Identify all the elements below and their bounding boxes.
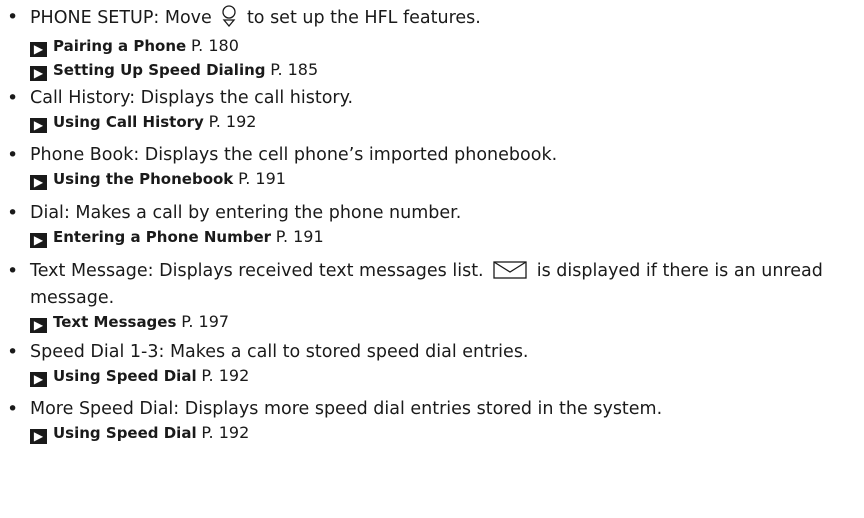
term: Dial: [30, 203, 64, 223]
cross-reference[interactable]: ▶ Entering a Phone Number P. 191: [30, 225, 461, 249]
cross-reference-arrow-icon: ▶: [30, 175, 47, 190]
description: : Makes a call by entering the phone num…: [63, 203, 462, 223]
term: Phone Book: [30, 145, 134, 165]
reference-page: P. 185: [270, 60, 319, 79]
bullet: •: [7, 341, 19, 363]
reference-title: Text Messages: [53, 313, 177, 331]
list-item-text-message: • Text Message: Displays received text m…: [0, 259, 860, 334]
description: : Move: [153, 8, 218, 28]
reference-title: Using Call History: [53, 113, 204, 131]
reference-page: P. 180: [191, 36, 239, 55]
description: : Displays received text messages list.: [147, 261, 490, 281]
description-continued: to set up the HFL features.: [241, 8, 481, 28]
term: Speed Dial 1-3: [30, 342, 159, 362]
reference-title: Using Speed Dial: [53, 367, 197, 385]
term: Text Message: [30, 261, 148, 281]
description: : Displays the call history.: [129, 88, 354, 108]
bullet: •: [7, 260, 19, 282]
cross-reference-arrow-icon: ▶: [30, 372, 47, 387]
reference-page: P. 191: [275, 227, 324, 246]
cross-reference[interactable]: ▶ Using Speed Dial P. 192: [30, 421, 662, 445]
bullet: •: [7, 144, 19, 166]
cross-reference-arrow-icon: ▶: [30, 429, 47, 444]
description: : Displays more speed dial entries store…: [173, 399, 663, 419]
cross-reference[interactable]: ▶ Using Speed Dial P. 192: [30, 364, 529, 388]
bullet: •: [7, 398, 19, 420]
list-item-phone-setup: • PHONE SETUP: Move to set up the HFL fe…: [0, 5, 481, 82]
term: More Speed Dial: [30, 399, 174, 419]
description: : Displays the cell phone’s imported pho…: [133, 145, 558, 165]
reference-page: P. 192: [201, 423, 250, 442]
reference-page: P. 192: [208, 112, 257, 131]
reference-page: P. 197: [181, 312, 230, 331]
reference-title: Setting Up Speed Dialing: [53, 61, 266, 79]
envelope-icon: [493, 261, 527, 286]
cross-reference-arrow-icon: ▶: [30, 118, 47, 133]
reference-title: Pairing a Phone: [53, 37, 187, 55]
bullet: •: [7, 202, 19, 224]
manual-page: • PHONE SETUP: Move to set up the HFL fe…: [0, 0, 864, 518]
bullet: •: [7, 87, 19, 109]
reference-page: P. 192: [201, 366, 250, 385]
description: : Makes a call to stored speed dial entr…: [158, 342, 529, 362]
reference-title: Using the Phonebook: [53, 170, 234, 188]
term: Call History: [30, 88, 130, 108]
term: PHONE SETUP: [30, 8, 154, 28]
cross-reference[interactable]: ▶ Using Call History P. 192: [30, 110, 353, 134]
cross-reference-arrow-icon: ▶: [30, 66, 47, 81]
cross-reference[interactable]: ▶ Setting Up Speed Dialing P. 185: [30, 58, 481, 82]
cross-reference[interactable]: ▶ Using the Phonebook P. 191: [30, 167, 557, 191]
list-item-speed-dial-1-3: • Speed Dial 1-3: Makes a call to stored…: [0, 340, 529, 388]
cross-reference-arrow-icon: ▶: [30, 42, 47, 57]
cross-reference[interactable]: ▶ Pairing a Phone P. 180: [30, 34, 481, 58]
reference-title: Using Speed Dial: [53, 424, 197, 442]
interface-dial-knob-icon: [219, 5, 239, 34]
list-item-more-speed-dial: • More Speed Dial: Displays more speed d…: [0, 397, 662, 445]
list-item-dial: • Dial: Makes a call by entering the pho…: [0, 201, 461, 249]
list-item-phone-book: • Phone Book: Displays the cell phone’s …: [0, 143, 557, 191]
cross-reference-arrow-icon: ▶: [30, 233, 47, 248]
cross-reference-arrow-icon: ▶: [30, 318, 47, 333]
cross-reference[interactable]: ▶ Text Messages P. 197: [30, 310, 860, 334]
bullet: •: [7, 6, 19, 28]
list-item-call-history: • Call History: Displays the call histor…: [0, 86, 353, 134]
reference-title: Entering a Phone Number: [53, 228, 272, 246]
reference-page: P. 191: [238, 169, 286, 188]
